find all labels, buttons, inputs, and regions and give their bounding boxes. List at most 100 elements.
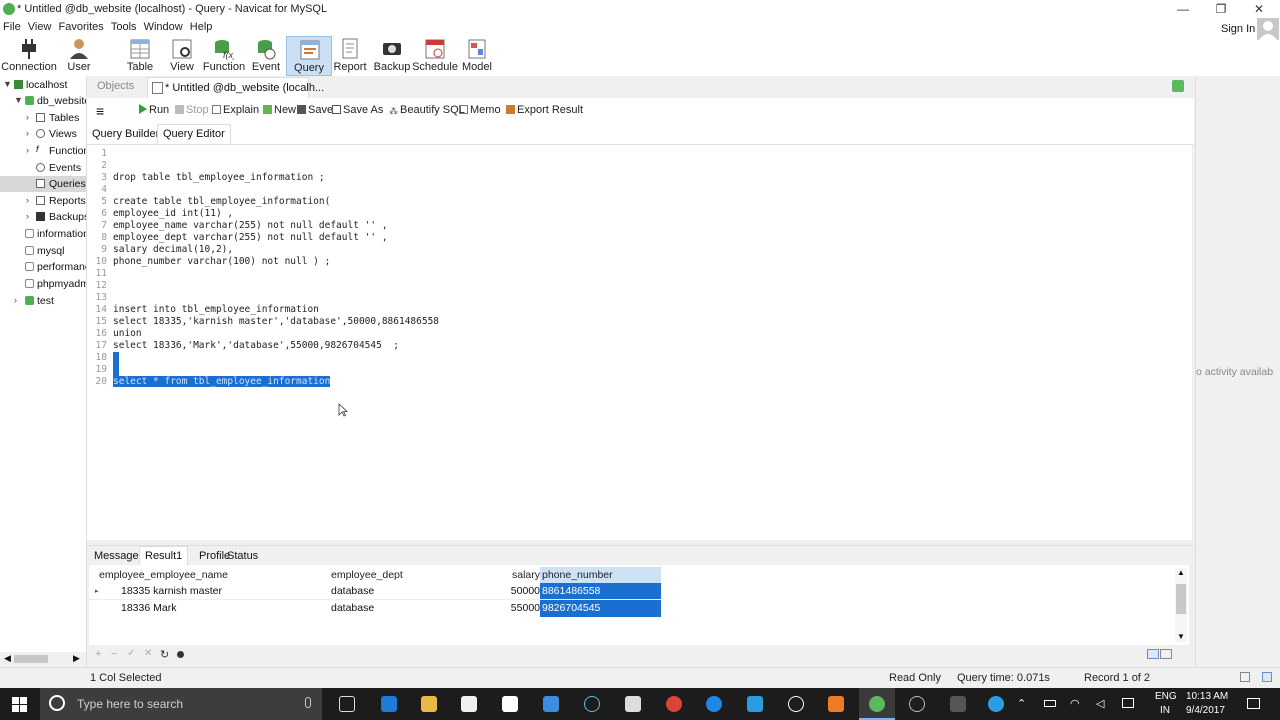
- taskbar-search-box[interactable]: Type here to search: [40, 688, 322, 720]
- amazon-icon[interactable]: [502, 696, 518, 712]
- microphone-icon[interactable]: [305, 697, 311, 708]
- table-cell[interactable]: database: [331, 600, 501, 617]
- column-header-salary[interactable]: salary: [503, 567, 540, 584]
- close-button[interactable]: ✕: [1240, 1, 1278, 18]
- tab-profile[interactable]: Profile: [199, 550, 230, 562]
- tree-item-test[interactable]: › test: [0, 293, 86, 309]
- app-icon[interactable]: [747, 696, 763, 712]
- column-header-phone-number[interactable]: phone_number: [540, 567, 661, 584]
- chevron-down-icon[interactable]: ▼: [3, 79, 12, 89]
- delete-record-icon[interactable]: −: [111, 648, 117, 660]
- table-cell[interactable]: 50000: [503, 583, 540, 600]
- result-scrollbar[interactable]: ▲ ▼: [1175, 568, 1187, 642]
- tree-item-reports[interactable]: › Reports: [0, 193, 86, 209]
- clock-time[interactable]: 10:13 AM: [1186, 691, 1228, 702]
- code-line[interactable]: employee_id int(11) ,: [113, 208, 233, 219]
- form-view-icon[interactable]: [1160, 649, 1172, 659]
- tree-item-functions[interactable]: › f Functions: [0, 143, 86, 159]
- code-line[interactable]: create table tbl_employee_information(: [113, 196, 330, 207]
- notifications-icon[interactable]: [1247, 698, 1260, 709]
- tree-item-performance-schema[interactable]: performance_schema: [0, 259, 86, 275]
- user-button[interactable]: User: [56, 36, 102, 76]
- tab-result1[interactable]: Result1: [139, 546, 189, 566]
- edge-icon[interactable]: [381, 696, 397, 712]
- chevron-right-icon[interactable]: ›: [26, 145, 29, 155]
- menu-help[interactable]: Help: [190, 19, 213, 36]
- sql-editor[interactable]: 1 2 3 drop table tbl_employee_information ;…: [87, 145, 1192, 540]
- update-icon[interactable]: [988, 696, 1004, 712]
- scroll-up-icon[interactable]: ▲: [1177, 568, 1185, 577]
- tree-item-information-schema[interactable]: information_schema: [0, 226, 86, 242]
- stop-button[interactable]: Stop: [175, 104, 209, 116]
- export-result-button[interactable]: Export Result: [506, 104, 583, 116]
- model-button[interactable]: Model: [454, 36, 500, 76]
- tree-item-backups[interactable]: › Backups: [0, 209, 86, 225]
- grid-view-icon[interactable]: [1147, 649, 1159, 659]
- tab-message[interactable]: Message: [94, 550, 139, 562]
- tree-item-queries[interactable]: Queries: [0, 176, 86, 192]
- file-explorer-icon[interactable]: [421, 696, 437, 712]
- apply-changes-icon[interactable]: ✓: [127, 648, 135, 659]
- settings-icon[interactable]: [788, 696, 804, 712]
- hamburger-menu-icon[interactable]: ≡: [96, 103, 104, 119]
- scrollbar-thumb[interactable]: [14, 655, 48, 663]
- tree-item-tables[interactable]: › Tables: [0, 110, 86, 126]
- battery-icon[interactable]: [1044, 700, 1056, 707]
- maximize-button[interactable]: ❐: [1202, 1, 1240, 18]
- code-line[interactable]: select 18335,'karnish master','database'…: [113, 316, 439, 327]
- code-line[interactable]: employee_name varchar(255) not null defa…: [113, 220, 388, 231]
- store-icon[interactable]: [461, 696, 477, 712]
- column-header-employee-name[interactable]: employee_employee_name: [99, 567, 329, 584]
- tree-item-views[interactable]: › Views: [0, 126, 86, 142]
- windows-start-icon[interactable]: [12, 697, 27, 712]
- table-cell[interactable]: 55000: [503, 600, 540, 617]
- add-record-icon[interactable]: +: [95, 648, 101, 660]
- menu-tools[interactable]: Tools: [111, 19, 137, 36]
- language-indicator[interactable]: ENG: [1155, 691, 1177, 702]
- window-app-icon[interactable]: [950, 696, 966, 712]
- code-line[interactable]: union: [113, 328, 142, 339]
- chevron-up-icon[interactable]: ⌃: [1017, 697, 1026, 710]
- xampp-icon[interactable]: [828, 696, 844, 712]
- menu-favorites[interactable]: Favorites: [59, 19, 104, 36]
- explain-button[interactable]: Explain: [212, 104, 259, 116]
- tree-item-mysql[interactable]: mysql: [0, 243, 86, 259]
- chevron-right-icon[interactable]: ›: [26, 195, 29, 205]
- chevron-right-icon[interactable]: ›: [26, 211, 29, 221]
- tree-item-events[interactable]: Events: [0, 160, 86, 176]
- tab-query-builder[interactable]: Query Builder: [92, 128, 159, 140]
- menu-file[interactable]: File: [3, 19, 21, 36]
- table-cell[interactable]: 18335 karnish master: [121, 583, 329, 600]
- chrome-icon[interactable]: [666, 696, 682, 712]
- clock-date[interactable]: 9/4/2017: [1186, 705, 1225, 716]
- scroll-left-icon[interactable]: ◀: [4, 653, 11, 664]
- chevron-right-icon[interactable]: ›: [26, 128, 29, 138]
- tree-item-localhost[interactable]: ▼ localhost: [0, 77, 86, 93]
- code-line[interactable]: select * from tbl_employee_information: [113, 376, 331, 387]
- info-panel-toggle-icon[interactable]: [1172, 80, 1184, 92]
- help-icon[interactable]: [706, 696, 722, 712]
- new-query-button[interactable]: New: [263, 104, 296, 116]
- refresh-icon[interactable]: ↻: [160, 648, 169, 661]
- tab-status[interactable]: Status: [227, 550, 258, 562]
- code-line[interactable]: select 18336,'Mark','database',55000,982…: [113, 340, 399, 351]
- tab-objects[interactable]: Objects: [97, 80, 134, 92]
- discard-changes-icon[interactable]: ✕: [144, 648, 152, 659]
- code-line[interactable]: phone_number varchar(100) not null ) ;: [113, 256, 330, 267]
- region-indicator[interactable]: IN: [1160, 705, 1170, 716]
- minimize-button[interactable]: —: [1164, 1, 1202, 18]
- keyboard-icon[interactable]: [1122, 698, 1134, 708]
- tree-item-phpmyadmin[interactable]: phpmyadmin: [0, 276, 86, 292]
- scroll-right-icon[interactable]: ▶: [73, 653, 80, 664]
- code-line[interactable]: salary decimal(10,2),: [113, 244, 233, 255]
- column-header-employee-dept[interactable]: employee_dept: [331, 567, 501, 584]
- run-button[interactable]: Run: [139, 104, 169, 116]
- table-cell-selected[interactable]: 9826704545: [540, 600, 661, 617]
- code-line[interactable]: employee_dept varchar(255) not null defa…: [113, 232, 388, 243]
- panel-toggle-icon[interactable]: [1262, 672, 1272, 682]
- arduino-icon[interactable]: [584, 696, 600, 712]
- tab-query[interactable]: * Untitled @db_website (localh...: [147, 77, 324, 99]
- wifi-icon[interactable]: ◠: [1070, 697, 1080, 710]
- table-cell-selected[interactable]: 8861486558: [540, 583, 661, 600]
- memo-button[interactable]: Memo: [459, 104, 501, 116]
